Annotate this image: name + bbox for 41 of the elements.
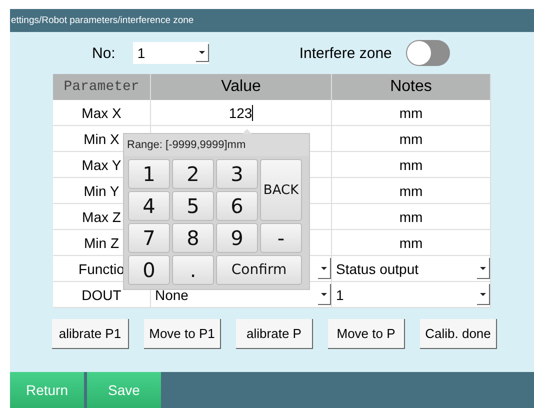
keypad-key[interactable]: 3 — [216, 159, 258, 189]
range-label: Range: [-9999,9999]mm — [124, 134, 309, 156]
table-cell: mm — [332, 152, 491, 178]
action-button[interactable]: Move to P1 — [144, 319, 221, 349]
keypad-key[interactable]: 5 — [172, 191, 214, 221]
column-header: Parameter — [53, 74, 151, 100]
table-cell: mm — [332, 230, 491, 256]
caret-icon — [318, 284, 331, 305]
value-input[interactable]: 123 — [151, 100, 332, 126]
column-header: Value — [151, 74, 332, 100]
notes-dropdown[interactable]: 1 — [332, 282, 491, 308]
table-cell: mm — [332, 126, 491, 152]
keypad-key[interactable]: Confirm — [216, 255, 302, 285]
keypad-key[interactable]: 8 — [172, 223, 214, 253]
keypad-key[interactable]: 6 — [216, 191, 258, 221]
column-header: Notes — [332, 74, 491, 100]
table-cell: Max X — [53, 100, 151, 126]
table-cell: mm — [332, 178, 491, 204]
keypad-key[interactable]: 4 — [128, 191, 170, 221]
keypad-key[interactable]: 2 — [172, 159, 214, 189]
keypad-key[interactable]: BACK — [260, 159, 302, 221]
notes-dropdown[interactable]: Status output — [332, 256, 491, 282]
toggle-switch[interactable] — [406, 40, 450, 66]
no-label: No: — [92, 44, 116, 62]
keypad-key[interactable]: 1 — [128, 159, 170, 189]
keypad-key[interactable]: 9 — [216, 223, 258, 253]
interfere-zone-label: Interfere zone — [299, 44, 392, 62]
action-button[interactable]: Move to P — [328, 319, 405, 349]
action-button[interactable]: Calib. done — [420, 319, 497, 349]
table-cell: mm — [332, 100, 491, 126]
action-button[interactable]: alibrate P — [236, 319, 313, 349]
caret-icon — [318, 258, 331, 279]
keypad-key[interactable]: 7 — [128, 223, 170, 253]
table-cell: mm — [332, 204, 491, 230]
number-dropdown[interactable]: 1 — [133, 42, 210, 64]
action-button[interactable]: alibrate P1 — [52, 319, 129, 349]
keypad-key[interactable]: . — [172, 255, 214, 285]
breadcrumb: ettings/Robot parameters/interference zone — [10, 15, 194, 26]
keypad-key[interactable]: 0 — [128, 255, 170, 285]
keypad-key[interactable]: - — [260, 223, 302, 253]
caret-icon — [196, 44, 210, 62]
